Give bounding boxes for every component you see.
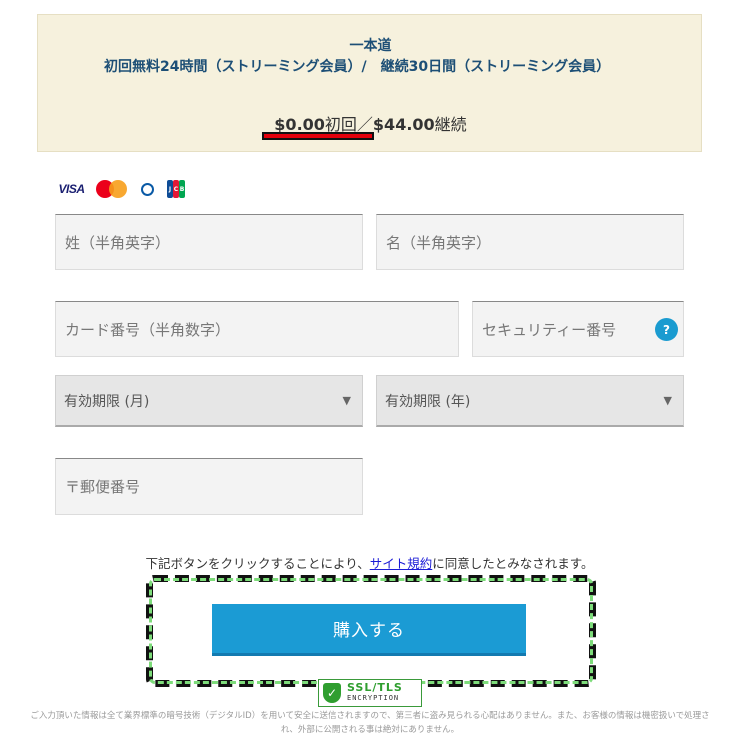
payment-form-page: 一本道 初回無料24時間（ストリーミング会員）/ 継続30日間（ストリーミング会… [0,0,739,752]
plan-summary-box: 一本道 初回無料24時間（ストリーミング会員）/ 継続30日間（ストリーミング会… [37,14,702,152]
shield-check-icon: ✓ [323,683,341,703]
jcb-logo-icon: JCB [166,179,186,199]
expiry-month-value: 有効期限 (月) [64,393,150,410]
expiry-year-value: 有効期限 (年) [385,393,471,410]
ssl-badge-title: SSL/TLS [347,681,403,694]
agreement-text-before: 下記ボタンをクリックすることにより、 [145,556,370,571]
terms-agreement-text: 下記ボタンをクリックすることにより、サイト規約に同意したとみなされます。 [0,553,739,572]
ssl-badge-subtitle: ENCRYPTION [347,694,400,702]
diners-club-logo-icon [136,179,158,199]
site-name: 一本道 [349,38,392,54]
recurring-price: $44.00 [372,115,435,134]
purchase-button[interactable]: 購入する [212,604,526,656]
recurring-price-label: 継続 [434,115,467,134]
dropdown-arrow-icon: ▼ [342,394,351,407]
security-code-placeholder: セキュリティー番号 [482,320,617,339]
red-highlight-underline [262,132,374,140]
security-code-input[interactable]: セキュリティー番号 ? [472,301,684,357]
mastercard-logo-icon [96,179,128,199]
last-name-input[interactable]: 姓（半角英字） [55,214,363,270]
card-brand-logos: VISA JCB [55,178,186,200]
expiry-month-select[interactable]: 有効期限 (月) ▼ [55,375,363,427]
postal-code-input[interactable]: 〒郵便番号 [55,458,363,515]
dropdown-arrow-icon: ▼ [663,394,672,407]
plan-name: 初回無料24時間（ストリーミング会員）/ 継続30日間（ストリーミング会員） [104,59,611,75]
agreement-text-after: に同意したとみなされます。 [432,556,594,571]
visa-logo-icon: VISA [58,182,85,196]
security-notice: ご入力頂いた情報は全て業界標準の暗号技術（デジタルID）を用いて安全に送信されま… [30,711,710,735]
help-question-icon[interactable]: ? [655,318,678,341]
ssl-badge: ✓ SSL/TLS ENCRYPTION [318,679,422,707]
expiry-year-select[interactable]: 有効期限 (年) ▼ [376,375,684,427]
card-number-input[interactable]: カード番号（半角数字） [55,301,459,357]
site-terms-link[interactable]: サイト規約 [370,556,433,571]
first-name-input[interactable]: 名（半角英字） [376,214,684,270]
